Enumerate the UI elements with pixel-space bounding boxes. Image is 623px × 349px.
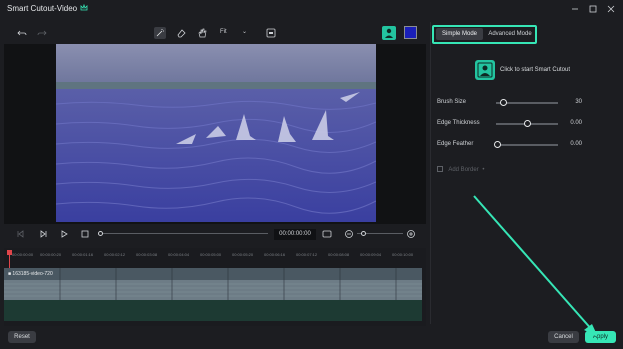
brush-size-value: 30	[575, 99, 582, 105]
tab-advanced-mode[interactable]: Advanced Mode	[486, 28, 534, 40]
cancel-button[interactable]: Cancel	[548, 331, 579, 343]
zoom-in-icon[interactable]	[406, 229, 416, 239]
ruler-label: 00:00:00:20	[40, 252, 62, 257]
zoom-out-icon[interactable]	[344, 229, 354, 239]
window-title: Smart Cutout-Video	[7, 4, 78, 13]
undo-icon[interactable]	[16, 27, 28, 39]
ruler-label: 00:00:04:04	[168, 252, 190, 257]
video-frame-image	[56, 44, 376, 222]
timecode-display: 00:00:00:00	[274, 229, 316, 240]
prev-frame-icon[interactable]	[16, 229, 26, 239]
maximize-icon[interactable]	[587, 3, 599, 15]
video-clip-icon: ■	[8, 271, 12, 277]
mask-track[interactable]	[4, 300, 422, 321]
add-border-checkbox[interactable]	[437, 166, 443, 172]
smart-cutout-window: Smart Cutout-Video Fit ⌄ 00:00:00:00 00:…	[0, 0, 623, 349]
edge-thickness-value: 0.00	[570, 120, 582, 126]
ruler-label: 00:00:08:08	[328, 252, 350, 257]
chevron-down-icon: ⌄	[242, 29, 248, 35]
edge-feather-knob[interactable]	[494, 141, 501, 148]
title-bar: Smart Cutout-Video	[0, 0, 623, 18]
redo-icon[interactable]	[36, 27, 48, 39]
video-track-clip[interactable]	[4, 268, 422, 300]
playhead-marker[interactable]	[7, 250, 12, 255]
edge-thickness-slider[interactable]	[496, 120, 558, 127]
next-frame-icon[interactable]	[38, 229, 48, 239]
person-mask-icon[interactable]	[382, 26, 396, 40]
edge-feather-value: 0.00	[570, 141, 582, 147]
clip-name: ■ 163185-video-720	[8, 271, 53, 277]
stop-icon[interactable]	[80, 229, 90, 239]
eraser-icon[interactable]	[175, 27, 187, 39]
fit-label: Fit	[220, 29, 227, 35]
edge-feather-slider[interactable]	[494, 141, 558, 148]
ruler-label: 00:00:02:12	[104, 252, 126, 257]
info-icon: •	[482, 167, 485, 173]
edge-thickness-knob[interactable]	[524, 120, 531, 127]
ruler-label: 00:00:09:04	[360, 252, 382, 257]
crown-icon	[80, 4, 88, 11]
add-border-row[interactable]: Add Border •	[437, 166, 484, 173]
ruler-label: 00:00:03:08	[136, 252, 158, 257]
zoom-slider[interactable]	[357, 231, 403, 236]
brush-size-knob[interactable]	[500, 99, 507, 106]
close-icon[interactable]	[605, 3, 617, 15]
cutout-prompt: Click to start Smart Cutout	[500, 67, 571, 73]
smart-cutout-button[interactable]	[475, 60, 495, 80]
zoom-slider-knob[interactable]	[361, 231, 366, 236]
fullscreen-icon[interactable]	[322, 229, 332, 239]
compare-icon[interactable]	[265, 27, 277, 39]
ruler-label: 00:00:07:12	[296, 252, 318, 257]
magic-brush-icon[interactable]	[154, 27, 166, 39]
ruler-label: 00:00:00:00	[12, 252, 34, 257]
video-preview[interactable]	[56, 44, 376, 222]
add-border-label: Add Border	[448, 167, 479, 173]
ruler-label: 00:00:01:16	[72, 252, 94, 257]
tab-simple-mode[interactable]: Simple Mode	[436, 28, 483, 40]
apply-button[interactable]: Apply	[585, 331, 616, 343]
ruler-label: 00:00:10:00	[392, 252, 414, 257]
ruler-label: 00:00:06:16	[264, 252, 286, 257]
person-cutout-icon	[477, 62, 493, 78]
edge-thickness-label: Edge Thickness	[437, 120, 480, 126]
playback-bar: 00:00:00:00	[4, 224, 426, 244]
ruler-label: 00:00:05:20	[232, 252, 254, 257]
play-icon[interactable]	[59, 229, 69, 239]
ruler-label: 00:00:05:00	[200, 252, 222, 257]
reset-button[interactable]: Reset	[8, 331, 36, 343]
timeline-ruler[interactable]: 00:00:00:00 00:00:00:20 00:00:01:16 00:0…	[4, 248, 426, 262]
editor-toolbar: Fit ⌄	[4, 22, 426, 44]
zoom-fit-select[interactable]: Fit ⌄	[216, 27, 254, 39]
mask-color-swatch[interactable]	[404, 26, 417, 39]
minimize-icon[interactable]	[569, 3, 581, 15]
clip-thumbnails	[4, 268, 422, 300]
clip-name-text: 163185-video-720	[12, 271, 53, 277]
playback-progress[interactable]	[98, 231, 268, 236]
brush-size-slider[interactable]	[496, 99, 558, 106]
brush-size-label: Brush Size	[437, 99, 467, 105]
edge-feather-label: Edge Feather	[437, 141, 474, 147]
playhead-knob[interactable]	[98, 231, 103, 236]
hand-icon[interactable]	[196, 27, 208, 39]
